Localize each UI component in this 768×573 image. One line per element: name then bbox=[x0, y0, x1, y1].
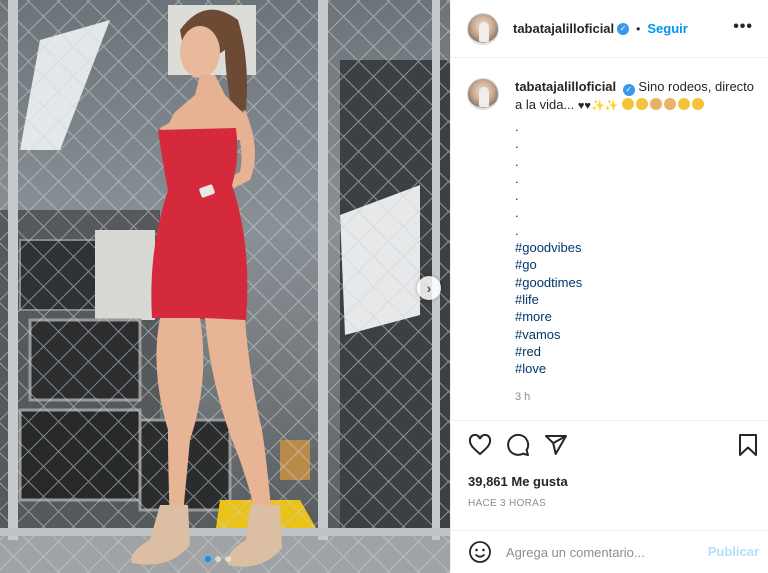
hashtag-link[interactable]: #red bbox=[515, 343, 757, 360]
hashtag-link[interactable]: #love bbox=[515, 360, 757, 377]
fence-post bbox=[318, 0, 328, 540]
action-bar bbox=[451, 420, 768, 470]
smile-emoji-icon bbox=[635, 98, 648, 110]
likes-count[interactable]: 39,861 Me gusta bbox=[468, 474, 568, 489]
comment-input[interactable] bbox=[506, 544, 696, 560]
caption-username[interactable]: tabatajalilloficial bbox=[515, 79, 616, 94]
follow-button[interactable]: Seguir bbox=[647, 21, 687, 36]
caption-dot-line: . bbox=[515, 222, 519, 238]
header-separator: • bbox=[636, 21, 641, 36]
kiss-emoji-icon bbox=[691, 98, 704, 110]
kiss-emoji-icon bbox=[677, 98, 690, 110]
carousel-dot bbox=[215, 556, 221, 562]
post-header: tabatajalilloficial ✓ • Seguir ••• bbox=[451, 0, 768, 58]
post-photo[interactable]: › bbox=[0, 0, 450, 573]
caption-dot-line: . bbox=[515, 119, 519, 134]
carousel-dot bbox=[225, 556, 231, 562]
caption-row: tabatajalilloficial ✓ Sino rodeos, direc… bbox=[467, 78, 757, 115]
caption-dot-line: . bbox=[515, 153, 519, 169]
post-details-panel: tabatajalilloficial ✓ • Seguir ••• tabat… bbox=[450, 0, 768, 573]
caption-dot-line: . bbox=[515, 188, 519, 204]
caption-avatar[interactable] bbox=[467, 78, 499, 110]
pray-emoji-icon bbox=[649, 98, 662, 110]
caption-dots: . . . . . . . bbox=[515, 118, 757, 239]
avatar[interactable] bbox=[467, 12, 499, 45]
header-username[interactable]: tabatajalilloficial bbox=[513, 21, 614, 36]
comment-icon[interactable] bbox=[506, 433, 530, 457]
hashtag-link[interactable]: #more bbox=[515, 308, 757, 325]
fence-post bbox=[432, 0, 440, 540]
floor bbox=[0, 535, 450, 573]
fence-post bbox=[8, 0, 18, 540]
verified-badge-icon: ✓ bbox=[622, 84, 635, 96]
hashtag-link[interactable]: #vamos bbox=[515, 326, 757, 343]
post-time: HACE 3 HORAS bbox=[468, 498, 547, 509]
emoji-icon[interactable] bbox=[468, 540, 492, 564]
caption-section: tabatajalilloficial ✓ Sino rodeos, direc… bbox=[467, 78, 757, 403]
caption-timestamp[interactable]: 3 h bbox=[515, 391, 757, 403]
pray-emoji-icon bbox=[663, 98, 676, 110]
bookmark-icon[interactable] bbox=[737, 433, 759, 457]
hashtag-link[interactable]: #goodtimes bbox=[515, 274, 757, 291]
hashtag-link[interactable]: #goodvibes bbox=[515, 239, 757, 256]
photo-illustration bbox=[0, 0, 450, 573]
fence-rail bbox=[0, 528, 450, 536]
caption-dot-line: . bbox=[515, 170, 519, 186]
carousel-next-icon: › bbox=[426, 280, 432, 296]
carousel-next-button[interactable]: › bbox=[417, 276, 441, 300]
carousel-dot bbox=[205, 556, 211, 562]
hashtag-link[interactable]: #go bbox=[515, 256, 757, 273]
hashtag-link[interactable]: #life bbox=[515, 291, 757, 308]
share-icon[interactable] bbox=[544, 433, 568, 457]
caption-dot-line: . bbox=[515, 136, 519, 152]
hashtag-list: #goodvibes #go #goodtimes #life #more #v… bbox=[515, 239, 757, 377]
verified-badge-icon: ✓ bbox=[617, 22, 630, 35]
caption-dot-line: . bbox=[515, 205, 519, 221]
smile-emoji-icon bbox=[621, 98, 634, 110]
more-options-icon[interactable]: ••• bbox=[733, 18, 753, 36]
red-dress bbox=[151, 128, 248, 320]
caption-text: tabatajalilloficial ✓ Sino rodeos, direc… bbox=[515, 78, 757, 115]
comment-bar: Publicar bbox=[451, 530, 768, 573]
caption-symbols: ♥♥✨✨ bbox=[577, 100, 619, 112]
carousel-dots bbox=[205, 556, 231, 562]
publish-button[interactable]: Publicar bbox=[708, 544, 759, 559]
heart-icon[interactable] bbox=[468, 433, 492, 457]
